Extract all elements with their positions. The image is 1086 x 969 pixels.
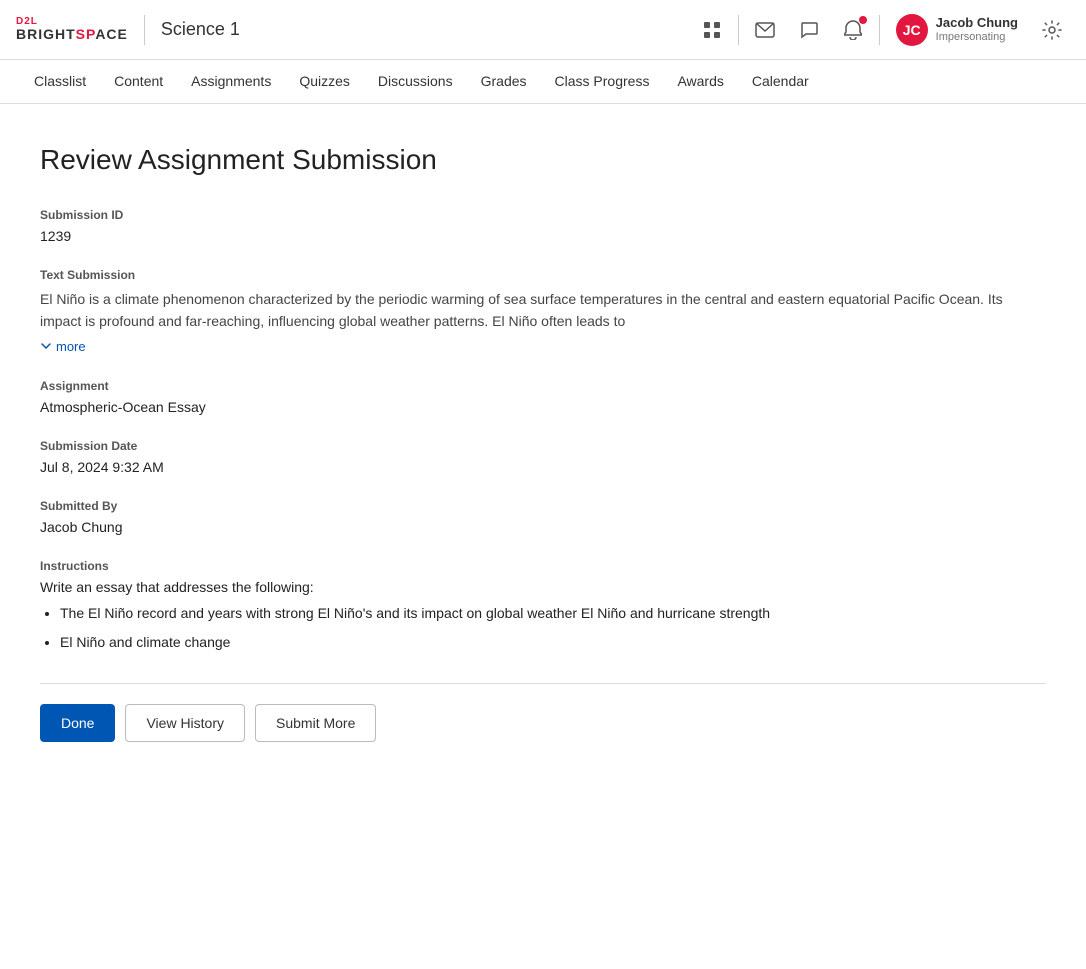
instructions-item-1: The El Niño record and years with strong… (60, 603, 1046, 624)
submission-date-label: Submission Date (40, 439, 1046, 453)
avatar-circle: JC (896, 14, 928, 46)
chevron-down-icon (40, 340, 52, 352)
chat-icon[interactable] (791, 12, 827, 48)
nav-class-progress[interactable]: Class Progress (541, 60, 664, 104)
assignment-value: Atmospheric-Ocean Essay (40, 399, 1046, 415)
nav-quizzes[interactable]: Quizzes (285, 60, 364, 104)
instructions-intro: Write an essay that addresses the follow… (40, 579, 1046, 595)
nav-classlist[interactable]: Classlist (20, 60, 100, 104)
page-title: Review Assignment Submission (40, 144, 1046, 176)
done-button[interactable]: Done (40, 704, 115, 742)
more-label: more (56, 339, 86, 354)
avatar-info: Jacob Chung Impersonating (936, 15, 1018, 44)
header-right: JC Jacob Chung Impersonating (694, 10, 1070, 50)
submission-id-value: 1239 (40, 228, 1046, 244)
nav-calendar[interactable]: Calendar (738, 60, 823, 104)
nav-content[interactable]: Content (100, 60, 177, 104)
header-left: D2L BRIGHTSPACE Science 1 (16, 15, 240, 45)
logo-brightspace: BRIGHTSPACE (16, 27, 128, 42)
header-divider (144, 15, 145, 45)
user-avatar-button[interactable]: JC Jacob Chung Impersonating (888, 10, 1026, 50)
nav-assignments[interactable]: Assignments (177, 60, 285, 104)
submission-date-value: Jul 8, 2024 9:32 AM (40, 459, 1046, 475)
avatar-initials: JC (903, 22, 921, 38)
text-submission-label: Text Submission (40, 268, 1046, 282)
assignment-label: Assignment (40, 379, 1046, 393)
logo-area: D2L BRIGHTSPACE (16, 16, 128, 42)
nav-grades[interactable]: Grades (467, 60, 541, 104)
instructions-block: Instructions Write an essay that address… (40, 559, 1046, 653)
assignment-block: Assignment Atmospheric-Ocean Essay (40, 379, 1046, 415)
avatar-sub: Impersonating (936, 31, 1018, 44)
notification-icon[interactable] (835, 12, 871, 48)
avatar-name: Jacob Chung (936, 15, 1018, 31)
text-submission-block: Text Submission El Niño is a climate phe… (40, 268, 1046, 355)
nav-awards[interactable]: Awards (663, 60, 737, 104)
text-submission-content: El Niño is a climate phenomenon characte… (40, 288, 1046, 333)
instructions-item-2: El Niño and climate change (60, 632, 1046, 653)
notification-dot (859, 16, 867, 24)
grid-icon[interactable] (694, 12, 730, 48)
main-content: Review Assignment Submission Submission … (0, 104, 1086, 969)
instructions-label: Instructions (40, 559, 1046, 573)
header-divider-2 (738, 15, 739, 45)
submission-id-block: Submission ID 1239 (40, 208, 1046, 244)
settings-icon[interactable] (1034, 12, 1070, 48)
submitted-by-label: Submitted By (40, 499, 1046, 513)
nav-bar: Classlist Content Assignments Quizzes Di… (0, 60, 1086, 104)
view-history-button[interactable]: View History (125, 704, 245, 742)
course-title: Science 1 (161, 19, 240, 40)
nav-discussions[interactable]: Discussions (364, 60, 467, 104)
footer-actions: Done View History Submit More (40, 683, 1046, 742)
submission-id-label: Submission ID (40, 208, 1046, 222)
more-link[interactable]: more (40, 339, 86, 354)
submitted-by-block: Submitted By Jacob Chung (40, 499, 1046, 535)
instructions-list: The El Niño record and years with strong… (60, 603, 1046, 653)
submission-date-block: Submission Date Jul 8, 2024 9:32 AM (40, 439, 1046, 475)
top-header: D2L BRIGHTSPACE Science 1 (0, 0, 1086, 60)
text-submission-preview: El Niño is a climate phenomenon characte… (40, 291, 1003, 329)
header-divider-3 (879, 15, 880, 45)
submit-more-button[interactable]: Submit More (255, 704, 376, 742)
submitted-by-value: Jacob Chung (40, 519, 1046, 535)
mail-icon[interactable] (747, 12, 783, 48)
